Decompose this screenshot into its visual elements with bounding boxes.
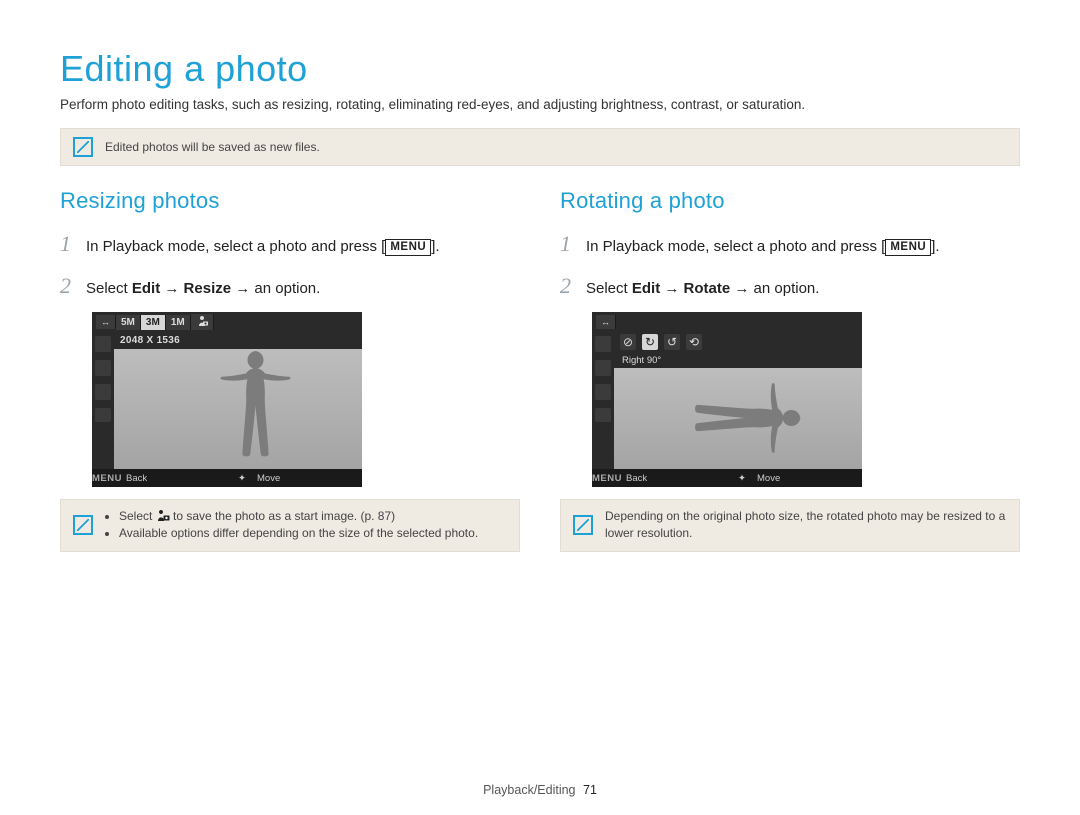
back-label: Back xyxy=(622,473,731,484)
move-label: Move xyxy=(753,473,862,484)
page-footer: Playback/Editing 71 xyxy=(0,783,1080,797)
cam-top-bar: ↔ xyxy=(592,312,862,332)
top-note-text: Edited photos will be saved as new files… xyxy=(105,139,320,156)
cam-left-bar xyxy=(92,332,114,469)
cam-side-icon xyxy=(595,408,611,422)
note-icon xyxy=(73,137,93,157)
cam-canvas xyxy=(614,368,862,469)
person-silhouette-rotated xyxy=(656,376,826,463)
rotate-note-box: Depending on the original photo size, th… xyxy=(560,499,1020,552)
note-line: to save the photo as a start image. (p. … xyxy=(173,509,395,523)
arrow-icon: → xyxy=(664,280,679,297)
move-label: Move xyxy=(253,473,362,484)
step-row: 2 Select Edit → Rotate → an option. xyxy=(560,270,1020,302)
rotate-note-text: Depending on the original photo size, th… xyxy=(605,508,1007,543)
step-row: 1 In Playback mode, select a photo and p… xyxy=(560,228,1020,260)
step-text: In Playback mode, select a photo and pre… xyxy=(586,238,885,255)
cam-side-icon xyxy=(95,336,111,352)
top-note-box: Edited photos will be saved as new files… xyxy=(60,128,1020,166)
step-text: ]. xyxy=(931,238,939,255)
cam-bottom-bar: MENU Back ✦ Move xyxy=(92,469,362,487)
menu-label: MENU xyxy=(592,473,622,484)
note-line: Available options differ depending on th… xyxy=(119,525,478,542)
cam-side-icon xyxy=(595,336,611,352)
step-text: Select xyxy=(586,280,632,297)
arrow-icon: → xyxy=(734,280,749,297)
menu-key: MENU xyxy=(385,239,431,255)
cam-side-icon xyxy=(95,408,111,422)
step-bold: Edit xyxy=(132,280,160,297)
step-text: Select xyxy=(86,280,132,297)
intro-text: Perform photo editing tasks, such as res… xyxy=(60,96,1020,114)
resize-note-text: Select to save the photo as a start imag… xyxy=(105,508,478,543)
arrow-icon: → xyxy=(164,280,179,297)
step-bold: Resize xyxy=(184,280,232,297)
step-number: 2 xyxy=(560,270,576,302)
step-text: an option. xyxy=(250,280,320,297)
step-bold: Rotate xyxy=(684,280,731,297)
resize-icon: ↔ xyxy=(96,315,116,329)
start-image-icon xyxy=(191,314,214,330)
footer-section: Playback/Editing xyxy=(483,783,575,797)
size-chip: 1M xyxy=(166,315,191,330)
size-chip-selected: 3M xyxy=(141,315,166,330)
rotate-toolbar: ⊘ ↻ ↺ ⟲ xyxy=(614,332,862,352)
size-chip: 5M xyxy=(116,315,141,330)
cam-bottom-bar: MENU Back ✦ Move xyxy=(592,469,862,487)
step-number: 2 xyxy=(60,270,76,302)
step-row: 2 Select Edit → Resize → an option. xyxy=(60,270,520,302)
cam-side-icon xyxy=(595,360,611,376)
back-label: Back xyxy=(122,473,231,484)
cam-canvas xyxy=(114,349,362,469)
step-number: 1 xyxy=(560,228,576,260)
rotate-right-icon: ↻ xyxy=(642,334,658,350)
cam-left-bar xyxy=(592,332,614,469)
move-icon: ✦ xyxy=(231,473,253,484)
step-text: ]. xyxy=(431,238,439,255)
step-text: In Playback mode, select a photo and pre… xyxy=(86,238,385,255)
person-silhouette xyxy=(201,351,311,469)
resizing-heading: Resizing photos xyxy=(60,188,520,214)
resize-icon: ↔ xyxy=(596,315,616,329)
menu-label: MENU xyxy=(92,473,122,484)
resolution-readout: 2048 X 1536 xyxy=(114,332,362,349)
rotating-heading: Rotating a photo xyxy=(560,188,1020,214)
page-title: Editing a photo xyxy=(60,48,1020,90)
arrow-icon: → xyxy=(235,280,250,297)
cam-side-icon xyxy=(95,384,111,400)
resizing-section: Resizing photos 1 In Playback mode, sele… xyxy=(60,188,520,574)
cam-side-icon xyxy=(95,360,111,376)
rotate-off-icon: ⊘ xyxy=(620,334,636,350)
step-number: 1 xyxy=(60,228,76,260)
page-number: 71 xyxy=(583,783,597,797)
start-image-icon xyxy=(156,510,170,522)
note-icon xyxy=(73,515,93,535)
cam-side-icon xyxy=(595,384,611,400)
rotate-left-icon: ↺ xyxy=(664,334,680,350)
step-row: 1 In Playback mode, select a photo and p… xyxy=(60,228,520,260)
step-bold: Edit xyxy=(632,280,660,297)
rotating-section: Rotating a photo 1 In Playback mode, sel… xyxy=(560,188,1020,574)
step-text: an option. xyxy=(749,280,819,297)
cam-top-bar: ↔ 5M 3M 1M xyxy=(92,312,362,332)
move-icon: ✦ xyxy=(731,473,753,484)
rotate-label: Right 90° xyxy=(614,352,862,368)
rotate-180-icon: ⟲ xyxy=(686,334,702,350)
camera-screenshot-resize: ↔ 5M 3M 1M 2048 X 1536 xyxy=(92,312,362,487)
note-icon xyxy=(573,515,593,535)
camera-screenshot-rotate: ↔ ⊘ ↻ ↺ ⟲ Right 90° xyxy=(592,312,862,487)
resize-note-box: Select to save the photo as a start imag… xyxy=(60,499,520,552)
note-line: Select xyxy=(119,509,156,523)
menu-key: MENU xyxy=(885,239,931,255)
